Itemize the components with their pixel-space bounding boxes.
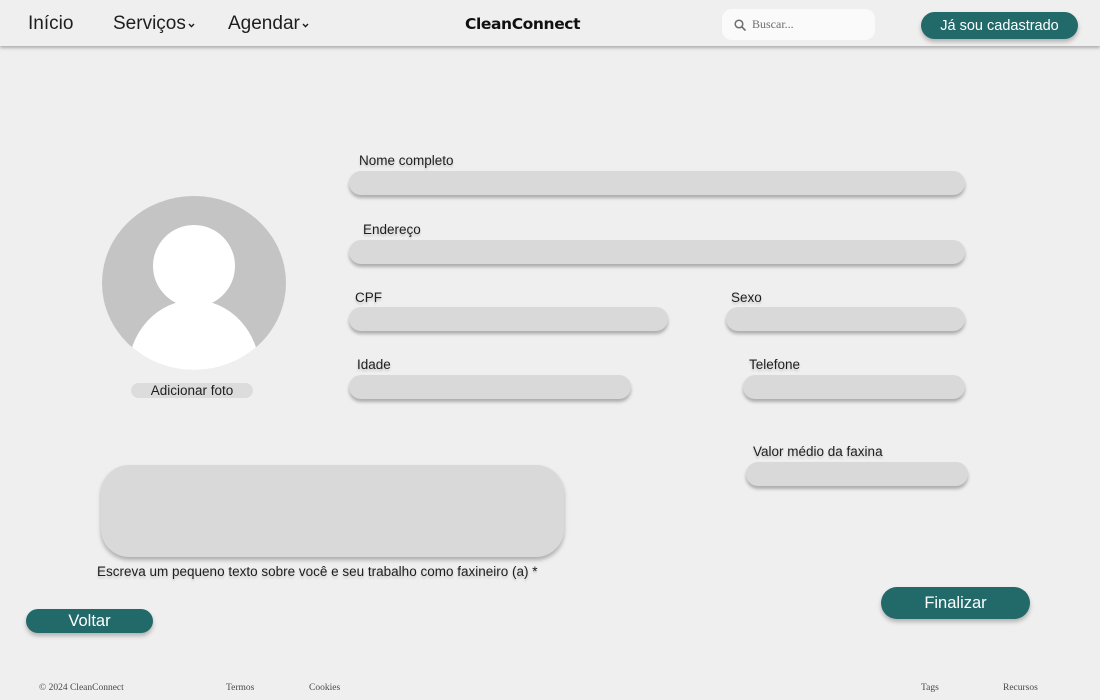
footer-copyright: © 2024 CleanConnect [39, 683, 124, 693]
user-placeholder-icon [102, 196, 286, 370]
search-input[interactable] [752, 17, 867, 32]
phone-field[interactable] [743, 375, 965, 399]
avg-price-field[interactable] [746, 462, 968, 486]
already-registered-button[interactable]: Já sou cadastrado [921, 12, 1078, 39]
footer-link-terms[interactable]: Termos [226, 683, 254, 693]
sex-label: Sexo [731, 290, 762, 305]
search-icon [734, 18, 746, 31]
top-navbar: Início Serviços Agendar CleanConnect Já … [0, 0, 1100, 46]
brand-logo-text[interactable]: CleanConnect [465, 15, 581, 33]
age-field[interactable] [349, 375, 631, 399]
footer-link-resources[interactable]: Recursos [1003, 683, 1038, 693]
full-name-label: Nome completo [359, 153, 454, 168]
nav-services-menu[interactable]: Serviços [113, 13, 195, 35]
avg-price-label: Valor médio da faxina [753, 444, 883, 459]
age-label: Idade [357, 357, 391, 372]
cpf-field[interactable] [349, 307, 668, 331]
address-field[interactable] [349, 240, 965, 264]
chevron-down-icon [302, 23, 309, 28]
sex-field[interactable] [726, 307, 965, 331]
footer-link-tags[interactable]: Tags [921, 683, 939, 693]
search-box[interactable] [722, 9, 875, 40]
chevron-down-icon [188, 23, 195, 28]
bio-label: Escreva um pequeno texto sobre você e se… [97, 564, 538, 579]
full-name-field[interactable] [349, 171, 965, 195]
nav-home-link[interactable]: Início [28, 13, 73, 35]
back-button[interactable]: Voltar [26, 609, 153, 633]
nav-home-label: Início [28, 13, 74, 34]
address-label: Endereço [363, 222, 421, 237]
phone-label: Telefone [749, 357, 801, 372]
profile-avatar [102, 196, 286, 370]
finish-button[interactable]: Finalizar [881, 587, 1030, 619]
bio-textarea[interactable] [101, 465, 564, 557]
cpf-label: CPF [355, 290, 382, 305]
footer-link-cookies[interactable]: Cookies [309, 683, 340, 693]
nav-schedule-label: Agendar [228, 13, 300, 34]
add-photo-button[interactable]: Adicionar foto [131, 383, 253, 398]
nav-services-label: Serviços [113, 13, 186, 34]
nav-schedule-menu[interactable]: Agendar [228, 13, 309, 35]
